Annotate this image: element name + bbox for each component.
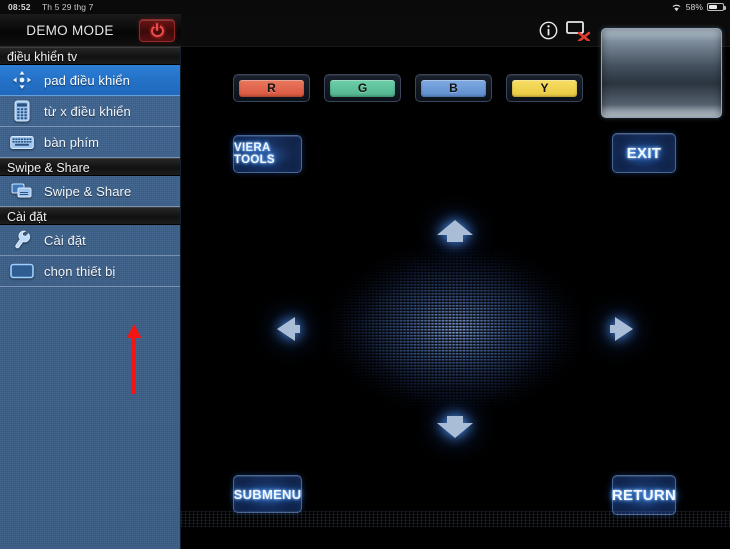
color-button-label: B [421,79,486,97]
sidebar-section-header-cai-dat: Cài đặt [0,207,180,225]
color-button-label: Y [512,79,577,97]
up-arrow-icon [437,220,473,242]
color-button-green[interactable]: G [324,74,401,102]
status-bar-right: 58% [671,0,726,14]
sidebar-item-label: bàn phím [44,134,100,150]
status-bar: 08:52 Th 5 29 thg 7 58% [0,0,730,14]
info-icon[interactable] [539,21,558,40]
swipe-share-icon [0,182,44,200]
color-button-blue[interactable]: B [415,74,492,102]
tv-icon [0,263,44,279]
wrench-icon [0,230,44,250]
battery-percent: 58% [685,2,703,12]
left-arrow-icon [277,317,300,341]
sidebar-item-chon-thiet-bi[interactable]: chọn thiết bị [0,256,180,287]
sidebar-item-label: từ x điều khiển [44,103,131,119]
sidebar-item-label: chọn thiết bị [44,263,116,279]
status-bar-date: Th 5 29 thg 7 [42,2,94,12]
dpad-down-button[interactable] [425,410,485,444]
color-button-red[interactable]: R [233,74,310,102]
exit-button[interactable]: EXIT [612,133,676,173]
viera-tools-button[interactable]: VIERA TOOLS [233,135,302,173]
sidebar-item-ban-phim[interactable]: bàn phím [0,127,180,158]
sidebar-item-label: pad điều khiển [44,72,130,88]
color-button-yellow[interactable]: Y [506,74,583,102]
sidebar-section-header-tv: điều khiển tv [0,47,180,65]
sidebar-item-pad-dieu-khien[interactable]: pad điều khiển [0,65,180,96]
sidebar-section-header-swipe-share: Swipe & Share [0,158,180,176]
submenu-button[interactable]: SUBMENU [233,475,302,513]
dpad-left-button[interactable] [271,312,305,346]
status-bar-time: 08:52 [8,2,31,12]
battery-icon [707,3,726,11]
tv-preview-screen[interactable] [601,28,722,118]
sidebar-item-tu-x-dieu-khien[interactable]: từ x điều khiển [0,96,180,127]
sidebar-item-label: Swipe & Share [44,183,132,199]
dpad-icon [0,70,44,90]
down-arrow-icon [437,416,473,438]
sidebar-item-swipe-share[interactable]: Swipe & Share [0,176,180,207]
app-root: 08:52 Th 5 29 thg 7 58% DEMO MODE điều k… [0,0,730,549]
sidebar-item-cai-dat[interactable]: Cài đặt [0,225,180,256]
app-header: DEMO MODE [0,14,181,47]
dpad-up-button[interactable] [425,214,485,248]
cast-disconnected-icon[interactable] [566,21,590,41]
remote-main-panel: R G B Y VIERA TOOLS EXIT SUBMENU RETURN [181,14,730,549]
color-button-label: R [239,79,304,97]
dpad-control[interactable] [269,212,641,446]
dpad-right-button[interactable] [605,312,639,346]
color-button-label: G [330,79,395,97]
right-arrow-icon [610,317,633,341]
power-button[interactable] [139,19,175,42]
remote-keypad-icon [0,100,44,122]
keyboard-icon [0,135,44,150]
sidebar-item-label: Cài đặt [44,232,86,248]
sidebar: điều khiển tv pad điều khiển từ x điều k… [0,47,181,549]
power-icon [150,22,164,37]
return-button[interactable]: RETURN [612,475,676,515]
wifi-icon [672,4,681,11]
red-arrow-annotation [126,324,142,394]
page-title: DEMO MODE [26,23,114,38]
